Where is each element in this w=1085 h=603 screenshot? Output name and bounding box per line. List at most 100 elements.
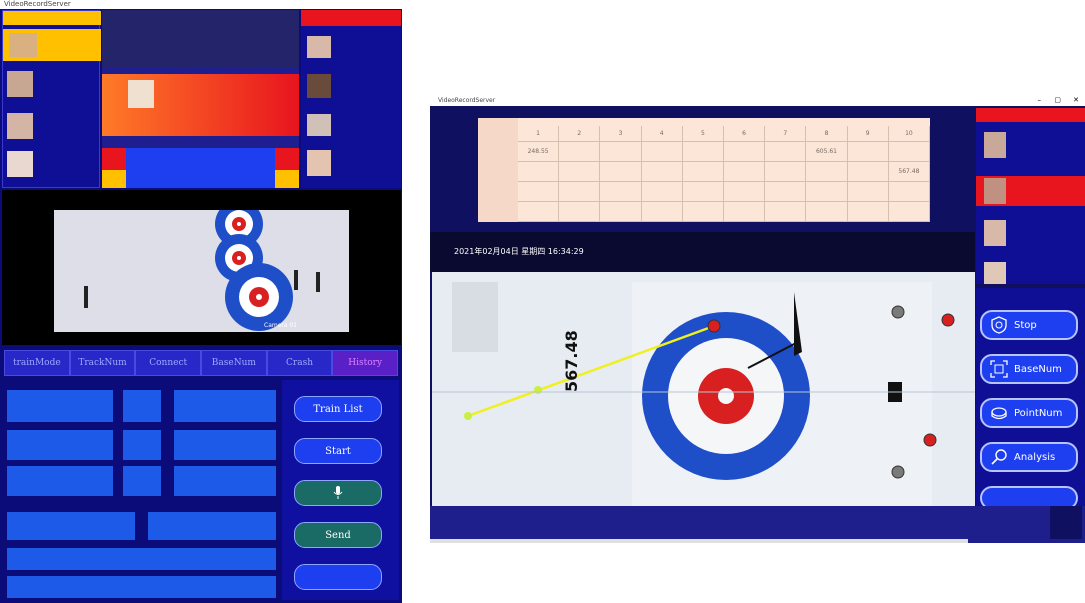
stop-button[interactable]: Stop: [980, 310, 1078, 340]
table-cell[interactable]: [724, 202, 766, 222]
settings-field[interactable]: [7, 430, 113, 460]
table-cell[interactable]: 248.55: [518, 142, 560, 162]
table-cell[interactable]: [806, 182, 848, 202]
table-cell[interactable]: [724, 142, 766, 162]
table-cell[interactable]: [559, 162, 601, 182]
maximize-button[interactable]: ▢: [1054, 96, 1061, 104]
settings-field[interactable]: [7, 512, 135, 540]
player-list-item-selected[interactable]: [976, 176, 1085, 206]
tab-history[interactable]: History: [332, 350, 399, 376]
tab-basenum[interactable]: BaseNum: [201, 350, 267, 376]
camera-label: Camera 01: [264, 322, 298, 329]
minimize-button[interactable]: –: [1038, 96, 1042, 104]
table-cell[interactable]: [888, 142, 930, 162]
basenum-button[interactable]: BaseNum: [980, 354, 1078, 384]
table-cell[interactable]: [641, 142, 683, 162]
player-list-panel: [976, 108, 1085, 284]
tab-crash[interactable]: Crash: [266, 350, 333, 376]
roster-item-selected[interactable]: [3, 29, 101, 61]
table-cell[interactable]: [765, 202, 807, 222]
avatar: [307, 114, 331, 136]
table-cell[interactable]: [641, 202, 683, 222]
settings-field[interactable]: [7, 548, 276, 570]
table-cell[interactable]: [724, 182, 766, 202]
avatar: [7, 151, 33, 177]
table-cell[interactable]: 605.61: [806, 142, 848, 162]
settings-field[interactable]: [148, 512, 276, 540]
table-column-header: 6: [724, 126, 766, 142]
table-cell[interactable]: 567.48: [888, 162, 930, 182]
horizontal-scrollbar[interactable]: [430, 539, 968, 543]
tool-buttons-panel: Stop BaseNum PointNum Analysis: [976, 288, 1085, 510]
table-cell[interactable]: [888, 202, 930, 222]
distance-measurement: 567.48: [562, 330, 581, 392]
microphone-icon: [333, 486, 343, 499]
table-cell[interactable]: [600, 142, 642, 162]
record-button[interactable]: [294, 564, 382, 590]
score-bar-blue: [102, 148, 299, 188]
table-cell[interactable]: [559, 202, 601, 222]
table-cell[interactable]: [806, 162, 848, 182]
table-column-header: 7: [765, 126, 807, 142]
table-cell[interactable]: [600, 182, 642, 202]
close-button[interactable]: ✕: [1073, 96, 1079, 104]
settings-field[interactable]: [123, 466, 161, 496]
table-cell[interactable]: [682, 182, 724, 202]
table-cell[interactable]: [847, 142, 889, 162]
settings-field[interactable]: [174, 430, 276, 460]
tab-trainmode[interactable]: trainMode: [4, 350, 70, 376]
settings-field[interactable]: [7, 576, 276, 598]
start-button[interactable]: Start: [294, 438, 382, 464]
table-cell[interactable]: [682, 142, 724, 162]
settings-field[interactable]: [7, 390, 113, 422]
table-cell[interactable]: [724, 162, 766, 182]
table-cell[interactable]: [641, 162, 683, 182]
scoreboard-panel: [102, 10, 299, 188]
score-grid: 1 2 3 4 5 6 7 8 9 10 248.55 605.61 567.48: [518, 126, 930, 222]
table-cell[interactable]: [518, 162, 560, 182]
score-bar-orange: [102, 74, 299, 136]
table-cell[interactable]: [765, 162, 807, 182]
table-cell[interactable]: [765, 142, 807, 162]
table-cell[interactable]: [888, 182, 930, 202]
settings-field[interactable]: [174, 466, 276, 496]
avatar: [307, 150, 331, 176]
train-list-button[interactable]: Train List: [294, 396, 382, 422]
tab-connect[interactable]: Connect: [135, 350, 202, 376]
table-cell[interactable]: [806, 202, 848, 222]
table-column-header: 10: [888, 126, 930, 142]
table-cell[interactable]: [600, 202, 642, 222]
table-cell[interactable]: [518, 182, 560, 202]
table-cell[interactable]: [847, 162, 889, 182]
send-button[interactable]: Send: [294, 522, 382, 548]
table-cell[interactable]: [682, 202, 724, 222]
tab-tracknum[interactable]: TrackNum: [69, 350, 136, 376]
table-cell[interactable]: [559, 142, 601, 162]
avatar: [7, 113, 33, 139]
table-column-header: 8: [806, 126, 848, 142]
settings-field[interactable]: [7, 466, 113, 496]
table-cell[interactable]: [559, 182, 601, 202]
table-cell[interactable]: [641, 182, 683, 202]
score-table: 1 2 3 4 5 6 7 8 9 10 248.55 605.61 567.48: [478, 118, 930, 222]
table-cell[interactable]: [847, 182, 889, 202]
table-cell[interactable]: [765, 182, 807, 202]
avatar: [984, 132, 1006, 158]
scrollbar-corner: [1050, 506, 1082, 539]
table-cell[interactable]: [600, 162, 642, 182]
table-cell[interactable]: [847, 202, 889, 222]
settings-field[interactable]: [123, 430, 161, 460]
pointnum-button[interactable]: PointNum: [980, 398, 1078, 428]
curling-house-graphic: [84, 200, 320, 331]
settings-field[interactable]: [123, 390, 161, 422]
table-cell[interactable]: [682, 162, 724, 182]
table-column-header: 9: [847, 126, 889, 142]
avatar: [7, 71, 33, 97]
microphone-button[interactable]: [294, 480, 382, 506]
analysis-button[interactable]: Analysis: [980, 442, 1078, 472]
settings-field[interactable]: [174, 390, 276, 422]
table-column-header: 2: [559, 126, 601, 142]
table-cell[interactable]: [518, 202, 560, 222]
window-titlebar: VideoRecordServer – ▢ ✕: [430, 96, 1085, 106]
window-title: VideoRecordServer: [438, 97, 496, 104]
